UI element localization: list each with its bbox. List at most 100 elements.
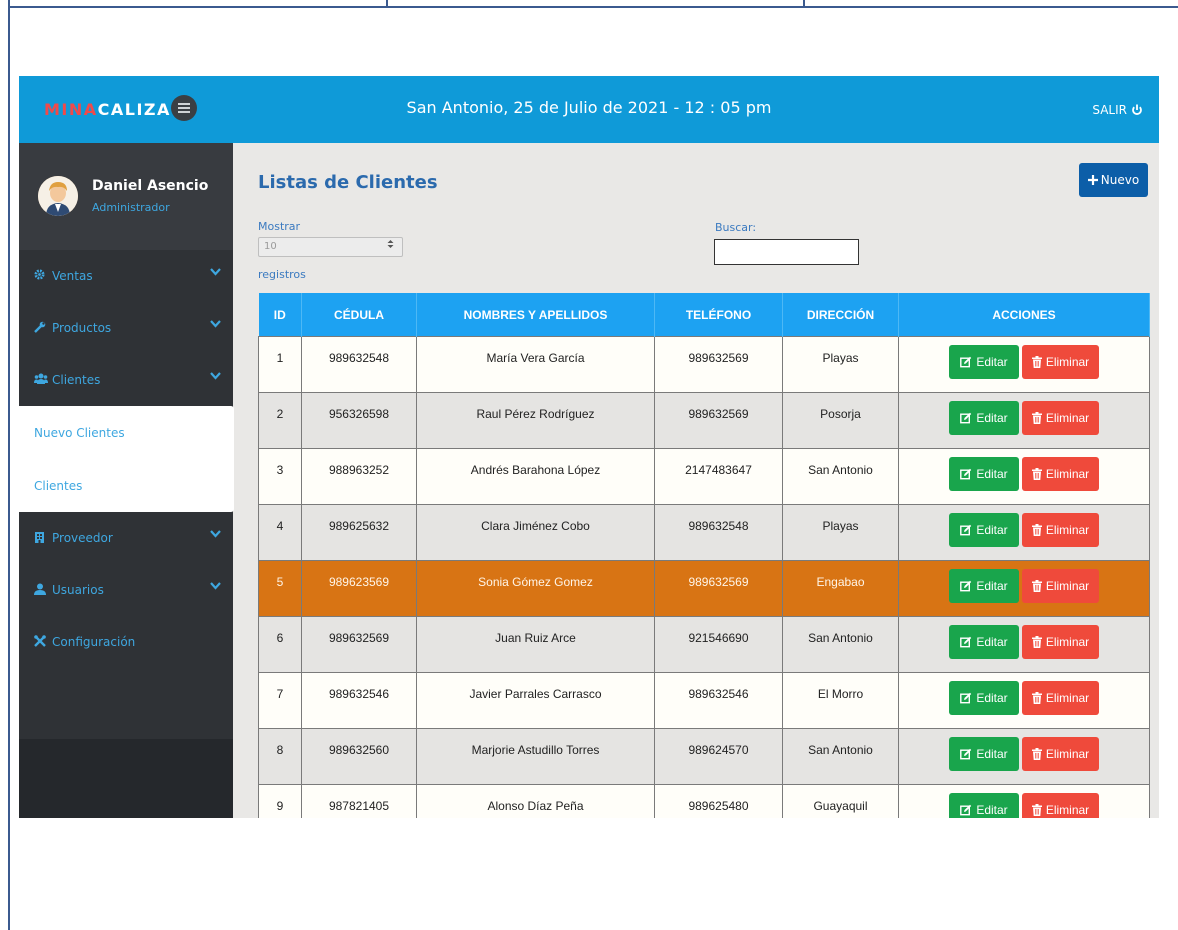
- delete-button[interactable]: Eliminar: [1022, 737, 1099, 771]
- edit-button[interactable]: Editar: [949, 625, 1019, 659]
- wrench-icon: [34, 321, 48, 336]
- sidebar-item-clientes[interactable]: Clientes: [19, 354, 233, 406]
- delete-button[interactable]: Eliminar: [1022, 457, 1099, 491]
- edit-button[interactable]: Editar: [949, 737, 1019, 771]
- edit-icon: [960, 468, 972, 480]
- user-panel: Daniel Asencio Administrador: [19, 143, 233, 250]
- chevron-down-icon: [210, 530, 221, 538]
- edit-label: Editar: [976, 523, 1008, 537]
- cell-actions: Editar Eliminar: [898, 336, 1150, 393]
- sidebar-item-productos[interactable]: Productos: [19, 302, 233, 354]
- cell-cedula: 989632546: [301, 672, 417, 729]
- trash-icon: [1031, 748, 1042, 760]
- cell-nombre: Clara Jiménez Cobo: [416, 504, 655, 561]
- cell-cedula: 989623569: [301, 560, 417, 617]
- top-navbar: MINACALIZA San Antonio, 25 de Julio de 2…: [19, 76, 1159, 143]
- gear-icon: [34, 269, 48, 283]
- delete-label: Eliminar: [1045, 803, 1090, 817]
- cell-actions: Editar Eliminar: [898, 504, 1150, 561]
- trash-icon: [1031, 468, 1042, 480]
- sidebar-item-label: Productos: [52, 321, 112, 335]
- edit-button[interactable]: Editar: [949, 457, 1019, 491]
- column-header-direccion[interactable]: DIRECCIÓN: [782, 293, 899, 337]
- user-icon: [34, 583, 48, 598]
- chevron-down-icon: [210, 582, 221, 590]
- sidebar-item-configuracion[interactable]: Configuración: [19, 616, 233, 668]
- trash-icon: [1031, 412, 1042, 424]
- edit-label: Editar: [976, 803, 1008, 817]
- edit-button[interactable]: Editar: [949, 793, 1019, 818]
- search-input[interactable]: [714, 239, 859, 265]
- sidebar-item-usuarios[interactable]: Usuarios: [19, 564, 233, 616]
- users-icon: [34, 373, 48, 387]
- cell-actions: Editar Eliminar: [898, 784, 1150, 818]
- column-header-telefono[interactable]: TELÉFONO: [654, 293, 783, 337]
- table-row: 3 988963252 Andrés Barahona López 214748…: [258, 448, 1150, 505]
- delete-label: Eliminar: [1045, 747, 1090, 761]
- edit-label: Editar: [976, 747, 1008, 761]
- edit-icon: [960, 804, 972, 816]
- plus-icon: [1087, 175, 1098, 185]
- edit-label: Editar: [976, 411, 1008, 425]
- edit-button[interactable]: Editar: [949, 513, 1019, 547]
- sidebar: Daniel Asencio Administrador Ventas Prod…: [19, 143, 234, 818]
- delete-button[interactable]: Eliminar: [1022, 345, 1099, 379]
- delete-button[interactable]: Eliminar: [1022, 401, 1099, 435]
- table-row: 9 987821405 Alonso Díaz Peña 989625480 G…: [258, 784, 1150, 818]
- column-header-cedula[interactable]: CÉDULA: [301, 293, 417, 337]
- cell-id: 3: [258, 448, 302, 505]
- cell-telefono: 989625480: [654, 784, 783, 818]
- new-client-button[interactable]: Nuevo: [1079, 163, 1148, 197]
- logout-button[interactable]: SALIR: [1092, 103, 1143, 117]
- delete-button[interactable]: Eliminar: [1022, 569, 1099, 603]
- delete-button[interactable]: Eliminar: [1022, 625, 1099, 659]
- sidebar-item-proveedor[interactable]: Proveedor: [19, 512, 233, 564]
- sidebar-item-ventas[interactable]: Ventas: [19, 250, 233, 302]
- cell-direccion: Playas: [782, 336, 899, 393]
- table-row: 7 989632546 Javier Parrales Carrasco 989…: [258, 672, 1150, 729]
- edit-button[interactable]: Editar: [949, 569, 1019, 603]
- cell-nombre: Marjorie Astudillo Torres: [416, 728, 655, 785]
- logout-label: SALIR: [1092, 103, 1127, 117]
- cell-direccion: El Morro: [782, 672, 899, 729]
- user-name: Daniel Asencio: [92, 178, 209, 194]
- tools-icon: [34, 634, 48, 650]
- column-header-nombres[interactable]: NOMBRES Y APELLIDOS: [416, 293, 655, 337]
- submenu-item-clientes[interactable]: Clientes: [19, 459, 234, 512]
- sidebar-item-label: Configuración: [52, 635, 136, 649]
- cell-id: 7: [258, 672, 302, 729]
- cell-direccion: San Antonio: [782, 448, 899, 505]
- cell-id: 4: [258, 504, 302, 561]
- clientes-submenu: Nuevo Clientes Clientes: [19, 406, 234, 512]
- document-frame-left: [8, 0, 10, 930]
- cell-id: 9: [258, 784, 302, 818]
- sidebar-item-label: Usuarios: [52, 583, 104, 597]
- edit-button[interactable]: Editar: [949, 401, 1019, 435]
- trash-icon: [1031, 804, 1042, 816]
- cell-direccion: Guayaquil: [782, 784, 899, 818]
- entries-select-value: 10: [264, 241, 277, 252]
- cell-id: 6: [258, 616, 302, 673]
- cell-telefono: 989624570: [654, 728, 783, 785]
- edit-button[interactable]: Editar: [949, 345, 1019, 379]
- cell-nombre: Juan Ruiz Arce: [416, 616, 655, 673]
- delete-button[interactable]: Eliminar: [1022, 793, 1099, 818]
- clients-table-wrapper: ID CÉDULA NOMBRES Y APELLIDOS TELÉFONO D…: [258, 293, 1150, 818]
- chevron-down-icon: [210, 372, 221, 380]
- cell-telefono: 2147483647: [654, 448, 783, 505]
- user-role: Administrador: [92, 201, 170, 214]
- column-header-id[interactable]: ID: [258, 293, 302, 337]
- delete-button[interactable]: Eliminar: [1022, 513, 1099, 547]
- edit-button[interactable]: Editar: [949, 681, 1019, 715]
- entries-per-page-select[interactable]: 10: [258, 237, 403, 257]
- cell-telefono: 921546690: [654, 616, 783, 673]
- submenu-item-nuevo-clientes[interactable]: Nuevo Clientes: [19, 406, 234, 459]
- cell-telefono: 989632569: [654, 336, 783, 393]
- delete-button[interactable]: Eliminar: [1022, 681, 1099, 715]
- delete-label: Eliminar: [1045, 635, 1090, 649]
- column-header-acciones: ACCIONES: [898, 293, 1150, 337]
- chevron-down-icon: [210, 268, 221, 276]
- cell-direccion: San Antonio: [782, 616, 899, 673]
- table-row: 8 989632560 Marjorie Astudillo Torres 98…: [258, 728, 1150, 785]
- table-row: 2 956326598 Raul Pérez Rodríguez 9896325…: [258, 392, 1150, 449]
